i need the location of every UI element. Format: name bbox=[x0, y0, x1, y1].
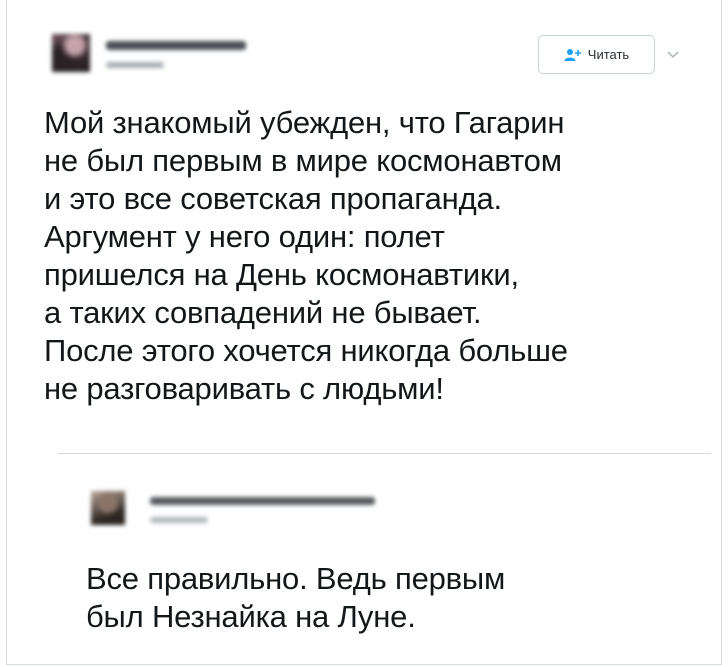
author-avatar[interactable] bbox=[52, 34, 90, 72]
reply-author-avatar[interactable] bbox=[91, 491, 125, 525]
add-user-icon bbox=[564, 48, 582, 62]
author-handle-blurred bbox=[106, 62, 164, 68]
reply-author-name-blurred[interactable] bbox=[150, 497, 375, 505]
tweet-text: Мой знакомый убежден, что Гагарин не был… bbox=[44, 105, 568, 406]
follow-button[interactable]: Читать bbox=[538, 35, 655, 74]
chevron-down-icon[interactable] bbox=[665, 46, 681, 62]
author-name-blurred[interactable] bbox=[106, 41, 246, 50]
reply-divider bbox=[58, 453, 711, 454]
reply-author-handle-blurred bbox=[150, 517, 208, 523]
follow-button-label: Читать bbox=[587, 47, 630, 62]
reply-text: Все правильно. Ведь первым был Незнайка … bbox=[86, 561, 506, 634]
